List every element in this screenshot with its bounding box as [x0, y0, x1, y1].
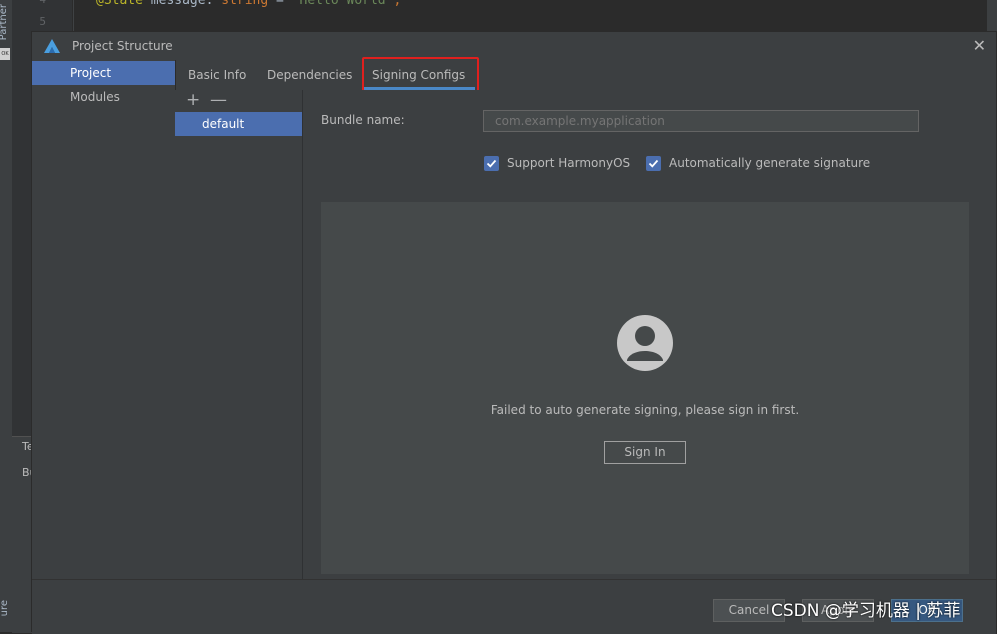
code-identifier: message: — [142, 0, 222, 8]
dialog-titlebar[interactable]: Project Structure ✕ — [32, 32, 996, 60]
dialog-title: Project Structure — [72, 39, 173, 53]
tab-dependencies[interactable]: Dependencies — [267, 60, 352, 90]
module-list: + — default — [175, 90, 303, 579]
code-decorator: @State — [96, 0, 143, 8]
line-number: 5 — [39, 15, 46, 28]
signing-panel: Failed to auto generate signing, please … — [321, 202, 969, 574]
nav-item-modules[interactable]: Modules — [32, 85, 175, 109]
code-string: 'Hello World' — [291, 0, 394, 8]
left-tool-strip: Partner OK ure — [0, 0, 12, 632]
module-toolbar: + — — [175, 90, 302, 112]
watermark: CSDN @学习机器 | 苏菲 — [771, 601, 961, 621]
bundle-name-input[interactable] — [483, 110, 919, 132]
structure-tab[interactable]: ure — [0, 600, 10, 616]
sign-in-button[interactable]: Sign In — [604, 441, 686, 464]
tab-bar: Basic Info Dependencies Signing Configs — [176, 60, 996, 90]
code-type: string — [221, 0, 269, 8]
gutter-divider — [73, 0, 74, 34]
support-harmonyos-label: Support HarmonyOS — [507, 156, 631, 170]
code-semicolon: ; — [393, 0, 402, 8]
signing-configs-content: Bundle name: Support HarmonyOS Automatic… — [303, 90, 996, 579]
deveco-logo-icon — [44, 39, 60, 53]
sign-in-message: Failed to auto generate signing, please … — [490, 403, 800, 417]
tab-basic-info[interactable]: Basic Info — [188, 60, 246, 90]
project-structure-dialog: Project Structure ✕ Project Modules Basi… — [31, 31, 997, 634]
nav-item-project[interactable]: Project — [32, 61, 175, 85]
user-avatar-icon — [617, 315, 673, 371]
partner-tab[interactable]: Partner — [0, 4, 9, 40]
check-icon — [648, 159, 659, 168]
line-number: 4 — [26, 0, 46, 6]
settings-nav: Project Modules — [32, 60, 176, 579]
auto-generate-signature-checkbox[interactable] — [646, 156, 661, 171]
code-line[interactable]: @State message: string = 'Hello World'; — [96, 0, 401, 8]
support-harmonyos-checkbox[interactable] — [484, 156, 499, 171]
remove-icon[interactable]: — — [210, 90, 227, 110]
bundle-name-label: Bundle name: — [321, 113, 405, 127]
code-operator: = — [268, 0, 292, 8]
check-icon — [486, 159, 497, 168]
module-item-default[interactable]: default — [175, 112, 302, 136]
ok-badge: OK — [0, 48, 10, 60]
add-icon[interactable]: + — [186, 90, 200, 110]
auto-generate-signature-label: Automatically generate signature — [669, 156, 871, 170]
close-icon[interactable]: ✕ — [973, 36, 986, 55]
